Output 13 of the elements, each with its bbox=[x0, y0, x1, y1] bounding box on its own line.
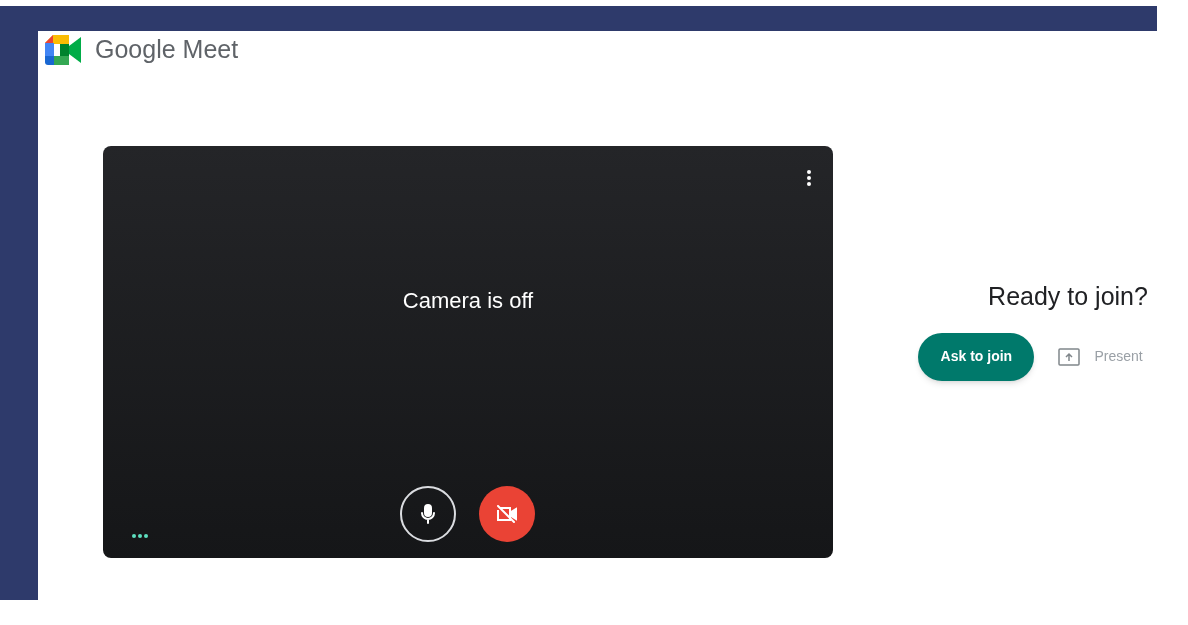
logo-icon bbox=[45, 35, 81, 65]
ready-heading: Ready to join? bbox=[988, 281, 1148, 312]
ask-to-join-button[interactable]: Ask to join bbox=[918, 332, 1035, 381]
microphone-icon bbox=[420, 504, 436, 524]
present-button[interactable]: Present bbox=[1058, 346, 1143, 367]
camera-status: Camera is off bbox=[402, 286, 534, 315]
camera-button[interactable] bbox=[479, 486, 535, 542]
microphone-button[interactable] bbox=[400, 486, 456, 542]
more-options-icon[interactable] bbox=[807, 170, 811, 186]
loading-dots-icon bbox=[132, 534, 148, 538]
upload-icon bbox=[1058, 347, 1081, 366]
video-camera-off-icon bbox=[496, 505, 518, 523]
app-name: Google Meet bbox=[95, 34, 239, 66]
